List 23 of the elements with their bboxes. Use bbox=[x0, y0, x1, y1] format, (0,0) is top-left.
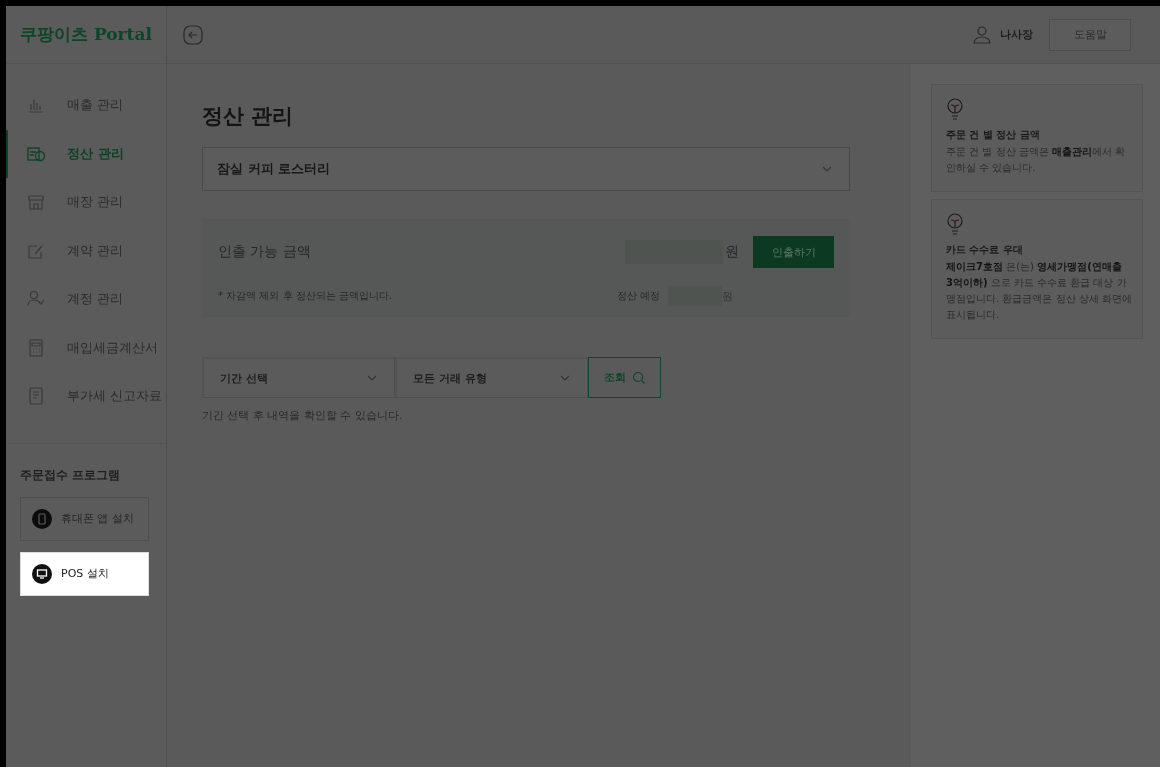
section-title: 주문접수 프로그램 bbox=[19, 466, 121, 483]
document-icon bbox=[26, 386, 46, 407]
user-icon[interactable] bbox=[972, 24, 992, 45]
store-select[interactable]: 잠실 커피 로스터리 bbox=[202, 147, 850, 191]
calculator-icon bbox=[26, 337, 46, 358]
sidebar-item[interactable]: 정산 관리 bbox=[6, 129, 166, 178]
portal-logo[interactable]: 쿠팡이츠 Portal bbox=[6, 6, 166, 64]
lightbulb-icon bbox=[946, 98, 964, 120]
tip-title: 주문 건 별 정산 금액 bbox=[946, 128, 1041, 142]
user-name: 나사장 bbox=[1000, 27, 1033, 42]
search-icon bbox=[631, 370, 646, 385]
period-select[interactable]: 기간 선택 bbox=[202, 357, 395, 398]
back-icon[interactable] bbox=[183, 24, 203, 45]
lightbulb-icon bbox=[946, 213, 964, 235]
install-button[interactable]: POS 설치 bbox=[20, 551, 149, 596]
monitor-icon bbox=[32, 563, 52, 584]
withdraw-button[interactable]: 인출하기 bbox=[753, 236, 834, 268]
page-title: 정산 관리 bbox=[202, 103, 295, 130]
type-select[interactable]: 모든 거래 유형 bbox=[395, 357, 588, 398]
search-button[interactable]: 조회 bbox=[588, 357, 661, 398]
tip-title: 카드 수수료 우대 bbox=[946, 243, 1024, 257]
store-icon bbox=[26, 192, 46, 213]
phone-icon bbox=[32, 508, 52, 529]
